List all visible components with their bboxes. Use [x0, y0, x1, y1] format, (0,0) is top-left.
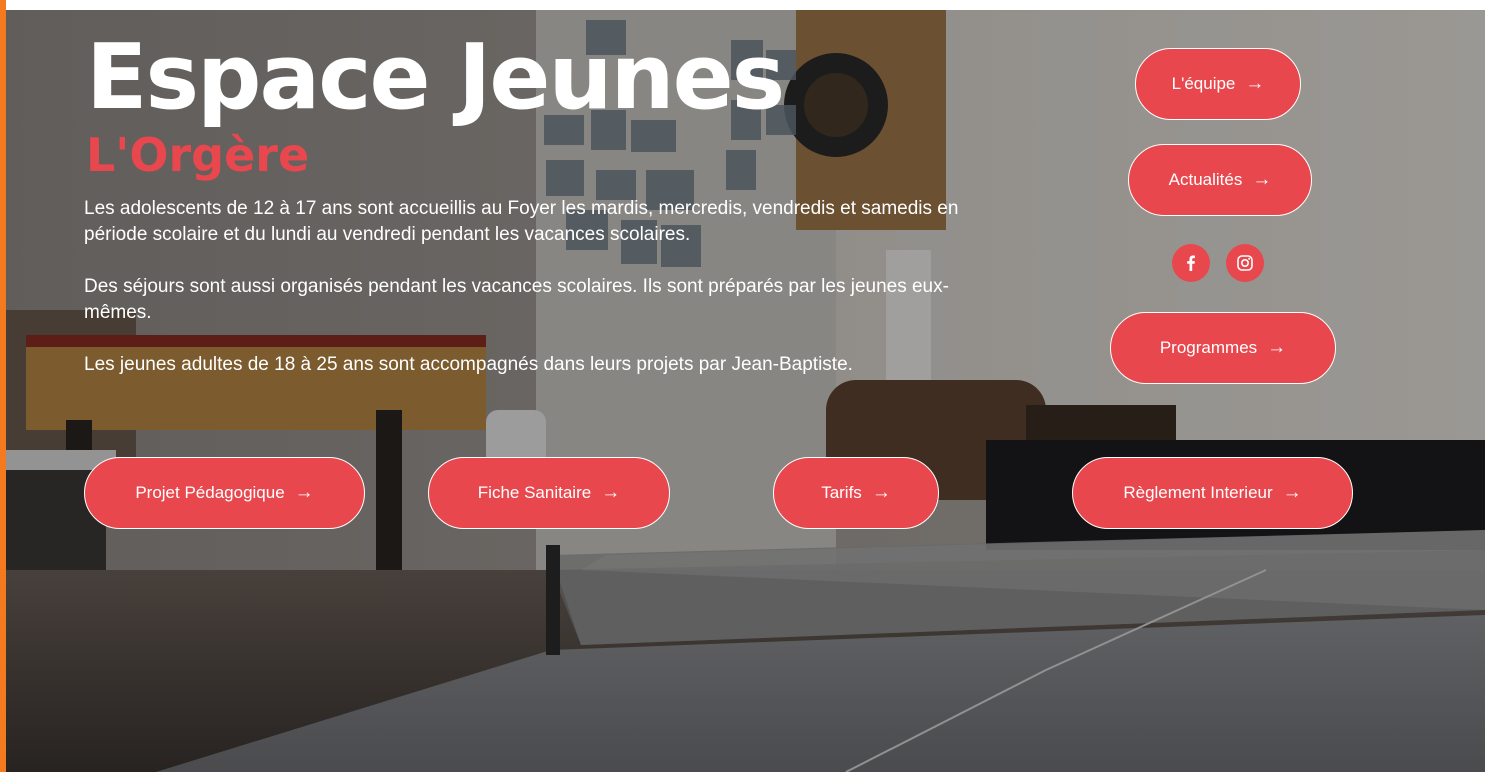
left-accent-border	[0, 0, 6, 772]
instagram-icon	[1237, 255, 1253, 271]
fiche-sanitaire-label: Fiche Sanitaire	[477, 483, 592, 502]
instagram-link[interactable]	[1226, 244, 1264, 282]
programmes-button[interactable]: Programmes →	[1110, 312, 1336, 384]
intro-paragraph: Des séjours sont aussi organisés pendant…	[84, 276, 949, 323]
actualites-button-label: Actualités	[1168, 170, 1243, 189]
tarifs-label: Tarifs	[821, 483, 862, 502]
arrow-right-icon: →	[1282, 482, 1302, 503]
programmes-button-label: Programmes	[1159, 338, 1258, 357]
reglement-interieur-label: Règlement Interieur	[1123, 483, 1273, 502]
tarifs-button[interactable]: Tarifs →	[773, 457, 939, 529]
hero-section: Espace Jeunes L'Orgère Les adolescents d…	[6, 10, 1485, 772]
arrow-right-icon: →	[871, 482, 891, 503]
facebook-link[interactable]	[1172, 244, 1210, 282]
arrow-right-icon: →	[1252, 169, 1272, 190]
page-title: Espace Jeunes	[86, 25, 785, 130]
intro-paragraph: Les adolescents de 12 à 17 ans sont accu…	[84, 198, 959, 245]
intro-text: Les adolescents de 12 à 17 ans sont accu…	[84, 196, 1004, 404]
fiche-sanitaire-button[interactable]: Fiche Sanitaire →	[428, 457, 670, 529]
intro-paragraph: Les jeunes adultes de 18 à 25 ans sont a…	[84, 354, 853, 375]
arrow-right-icon: →	[1267, 337, 1287, 358]
arrow-right-icon: →	[1245, 73, 1265, 94]
equipe-button[interactable]: L'équipe →	[1135, 48, 1301, 120]
actualites-button[interactable]: Actualités →	[1128, 144, 1312, 216]
equipe-button-label: L'équipe	[1171, 74, 1236, 93]
page: Espace Jeunes L'Orgère Les adolescents d…	[0, 0, 1485, 772]
top-border	[0, 0, 1485, 10]
projet-pedagogique-label: Projet Pédagogique	[135, 483, 285, 502]
facebook-icon	[1187, 255, 1195, 271]
projet-pedagogique-button[interactable]: Projet Pédagogique →	[84, 457, 365, 529]
arrow-right-icon: →	[294, 482, 314, 503]
reglement-interieur-button[interactable]: Règlement Interieur →	[1072, 457, 1353, 529]
page-subtitle: L'Orgère	[86, 128, 310, 182]
arrow-right-icon: →	[601, 482, 621, 503]
